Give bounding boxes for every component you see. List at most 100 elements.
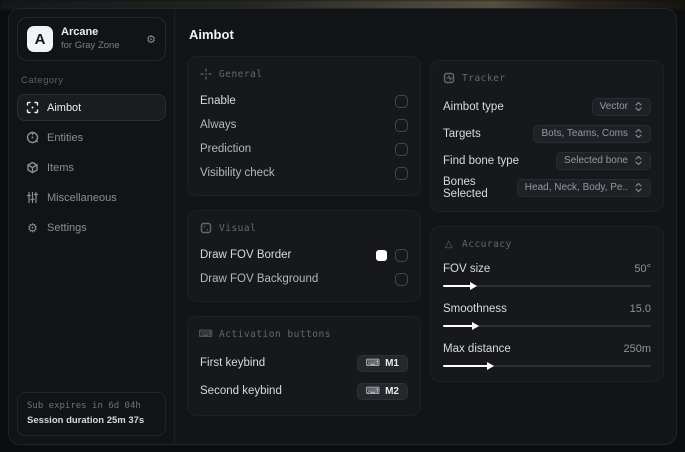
setting-row-draw-fov-background: Draw FOV Background [200,268,408,290]
max-distance-slider[interactable] [443,362,651,370]
visual-card: Visual Draw FOV Border Draw FOV Backgrou… [187,210,421,302]
sidebar-item-items[interactable]: Items [17,154,166,181]
cheat-menu-window: A Arcane for Gray Zone ⚙ Category Aimbot… [8,8,677,445]
setting-label: Bones Selected [443,175,488,200]
dropdown-value: Bots, Teams, Coms [541,128,628,139]
setting-row-prediction: Prediction [200,138,408,160]
crosshair-icon [26,101,39,114]
first-keybind-button[interactable]: ⌨ M1 [356,354,408,372]
setting-label: Draw FOV Background [200,273,319,285]
setting-label: Always [200,119,237,131]
sub-expires-text: Sub expires in 6d 04h [27,401,141,412]
sliders-icon [26,191,39,204]
aimbot-type-dropdown[interactable]: Vector [591,97,651,116]
sidebar-item-label: Aimbot [47,101,82,114]
activation-header: Activation buttons [219,328,331,340]
tracker-header: Tracker [462,72,506,84]
setting-row-first-keybind: First keybind ⌨ M1 [200,350,408,376]
setting-label: FOV size [443,263,491,275]
second-keybind-button[interactable]: ⌨ M2 [356,382,408,400]
tracker-pulse-icon [443,72,455,84]
setting-row-targets: Targets Bots, Teams, Coms [443,121,651,146]
setting-label: Prediction [200,143,252,155]
subscription-info: Sub expires in 6d 04h Session duration 2… [17,392,166,436]
sidebar-item-settings[interactable]: ⚙ Settings [17,214,166,241]
smoothness-value: 15.0 [629,303,651,315]
sidebar-item-label: Items [47,161,74,174]
left-column: General Enable Always Prediction Visibil… [187,56,421,430]
dropdown-value: Head, Neck, Body, Pe.. [524,182,628,193]
gear-icon: ⚙ [27,220,38,235]
setting-row-second-keybind: Second keybind ⌨ M2 [200,378,408,404]
setting-row-aimbot-type: Aimbot type Vector [443,94,651,119]
fov-size-value: 50° [634,263,651,275]
chevrons-up-down-icon [634,155,643,166]
bones-selected-dropdown[interactable]: Head, Neck, Body, Pe.. [516,178,651,197]
page-title: Aimbot [189,27,234,42]
setting-row-draw-fov-border: Draw FOV Border [200,244,408,266]
visual-header: Visual [219,222,257,234]
slider-thumb[interactable] [486,362,494,370]
setting-row-find-bone-type: Find bone type Selected bone [443,148,651,173]
chevrons-up-down-icon [634,182,643,193]
radar-icon [26,131,39,144]
settings-gear-icon[interactable]: ⚙ [146,33,156,46]
setting-label: Draw FOV Border [200,249,292,261]
sidebar-item-label: Miscellaneous [47,191,117,204]
setting-row-enable: Enable [200,90,408,112]
draw-fov-border-checkbox[interactable] [395,248,408,262]
activation-buttons-card: ⌨ Activation buttons First keybind ⌨ M1 … [187,316,421,416]
tracker-card: Tracker Aimbot type Vector Targets Bots,… [430,60,664,212]
package-icon [26,161,39,174]
setting-label: Smoothness [443,303,507,315]
setting-label: Second keybind [200,385,282,397]
keybind-value: M1 [385,357,399,369]
visual-icon [200,222,212,234]
keyboard-icon: ⌨ [365,357,381,369]
sidebar: A Arcane for Gray Zone ⚙ Category Aimbot… [9,9,175,444]
setting-label: Visibility check [200,167,275,179]
dropdown-value: Vector [599,101,628,112]
accuracy-card: △ Accuracy FOV size 50° Smoothness 15.0 … [430,226,664,382]
triangle-icon: △ [444,238,454,250]
keyboard-icon: ⌨ [365,385,381,397]
prediction-checkbox[interactable] [395,142,408,156]
smoothness-slider[interactable] [443,322,651,330]
draw-fov-background-checkbox[interactable] [395,272,408,286]
sidebar-item-label: Entities [47,131,84,144]
sidebar-item-entities[interactable]: Entities [17,124,166,151]
setting-row-max-distance: Max distance 250m [443,340,651,370]
main-panel: Aimbot General Enable Always Prediction … [175,9,676,444]
sidebar-item-miscellaneous[interactable]: Miscellaneous [17,184,166,211]
fov-size-slider[interactable] [443,282,651,290]
max-distance-value: 250m [623,343,651,355]
find-bone-type-dropdown[interactable]: Selected bone [556,151,651,170]
enable-checkbox[interactable] [395,94,408,108]
chevrons-up-down-icon [634,101,643,112]
setting-label: Aimbot type [443,100,504,113]
category-label: Category [21,75,64,86]
targets-dropdown[interactable]: Bots, Teams, Coms [533,124,651,143]
slider-thumb[interactable] [472,322,480,330]
setting-label: First keybind [200,357,266,369]
always-checkbox[interactable] [395,118,408,132]
general-crosshair-icon [200,68,212,80]
chevrons-up-down-icon [634,128,643,139]
sidebar-nav: Aimbot Entities Items Miscellaneous ⚙ Se… [17,94,166,241]
setting-row-visibility-check: Visibility check [200,162,408,184]
visibility-check-checkbox[interactable] [395,166,408,180]
sidebar-item-aimbot[interactable]: Aimbot [17,94,166,121]
brand-subtitle: for Gray Zone [61,39,120,51]
brand-logo: A [27,26,53,52]
keybind-value: M2 [385,385,399,397]
accuracy-header: Accuracy [462,238,512,250]
general-header: General [219,68,263,80]
slider-thumb[interactable] [470,282,478,290]
right-column: Tracker Aimbot type Vector Targets Bots,… [430,56,664,396]
slider-fill [443,365,489,367]
brand-card: A Arcane for Gray Zone ⚙ [17,17,166,61]
setting-label: Find bone type [443,154,520,167]
session-duration-text: Session duration 25m 37s [27,414,145,426]
setting-label: Max distance [443,343,511,355]
fov-border-color-swatch[interactable] [376,249,387,261]
